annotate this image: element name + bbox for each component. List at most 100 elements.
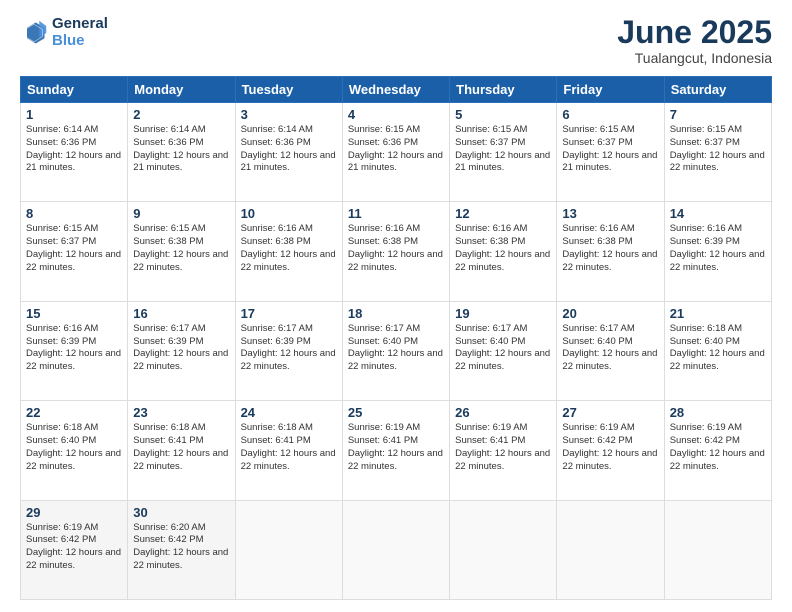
- calendar-cell: 1 Sunrise: 6:14 AM Sunset: 6:36 PM Daylig…: [21, 103, 128, 202]
- calendar-cell: 17 Sunrise: 6:17 AM Sunset: 6:39 PM Dayli…: [235, 301, 342, 400]
- week-row-4: 22 Sunrise: 6:18 AM Sunset: 6:40 PM Dayli…: [21, 401, 772, 500]
- cell-info: Sunrise: 6:15 AM Sunset: 6:37 PM Dayligh…: [562, 124, 658, 175]
- day-number: 13: [562, 206, 658, 221]
- calendar-cell: 29 Sunrise: 6:19 AM Sunset: 6:42 PM Dayli…: [21, 500, 128, 599]
- day-number: 17: [241, 306, 337, 321]
- week-row-1: 1 Sunrise: 6:14 AM Sunset: 6:36 PM Daylig…: [21, 103, 772, 202]
- cell-info: Sunrise: 6:14 AM Sunset: 6:36 PM Dayligh…: [241, 124, 337, 175]
- day-number: 15: [26, 306, 122, 321]
- calendar-cell: 12 Sunrise: 6:16 AM Sunset: 6:38 PM Dayli…: [450, 202, 557, 301]
- week-row-3: 15 Sunrise: 6:16 AM Sunset: 6:39 PM Dayli…: [21, 301, 772, 400]
- week-row-2: 8 Sunrise: 6:15 AM Sunset: 6:37 PM Daylig…: [21, 202, 772, 301]
- day-number: 30: [133, 505, 229, 520]
- calendar-header: SundayMondayTuesdayWednesdayThursdayFrid…: [21, 77, 772, 103]
- cell-info: Sunrise: 6:16 AM Sunset: 6:38 PM Dayligh…: [241, 223, 337, 274]
- day-number: 25: [348, 405, 444, 420]
- day-number: 16: [133, 306, 229, 321]
- cell-info: Sunrise: 6:16 AM Sunset: 6:38 PM Dayligh…: [455, 223, 551, 274]
- cell-info: Sunrise: 6:19 AM Sunset: 6:41 PM Dayligh…: [348, 422, 444, 473]
- cell-info: Sunrise: 6:19 AM Sunset: 6:42 PM Dayligh…: [670, 422, 766, 473]
- day-number: 28: [670, 405, 766, 420]
- cell-info: Sunrise: 6:15 AM Sunset: 6:37 PM Dayligh…: [455, 124, 551, 175]
- cell-info: Sunrise: 6:18 AM Sunset: 6:41 PM Dayligh…: [133, 422, 229, 473]
- calendar-cell: 22 Sunrise: 6:18 AM Sunset: 6:40 PM Dayli…: [21, 401, 128, 500]
- calendar-cell: 30 Sunrise: 6:20 AM Sunset: 6:42 PM Dayli…: [128, 500, 235, 599]
- calendar-cell: 7Sunrise: 6:15 AM Sunset: 6:37 PM Daylig…: [664, 103, 771, 202]
- header: General Blue June 2025 Tualangcut, Indon…: [20, 16, 772, 66]
- calendar-cell: 13 Sunrise: 6:16 AM Sunset: 6:38 PM Dayli…: [557, 202, 664, 301]
- day-number: 1: [26, 107, 122, 122]
- cell-info: Sunrise: 6:17 AM Sunset: 6:40 PM Dayligh…: [455, 323, 551, 374]
- calendar-cell: [342, 500, 449, 599]
- calendar-cell: 3Sunrise: 6:14 AM Sunset: 6:36 PM Daylig…: [235, 103, 342, 202]
- day-number: 11: [348, 206, 444, 221]
- cell-info: Sunrise: 6:16 AM Sunset: 6:39 PM Dayligh…: [670, 223, 766, 274]
- calendar-cell: 21 Sunrise: 6:18 AM Sunset: 6:40 PM Dayli…: [664, 301, 771, 400]
- calendar-cell: 16 Sunrise: 6:17 AM Sunset: 6:39 PM Dayli…: [128, 301, 235, 400]
- calendar-cell: 23Sunrise: 6:18 AM Sunset: 6:41 PM Dayli…: [128, 401, 235, 500]
- cell-info: Sunrise: 6:16 AM Sunset: 6:38 PM Dayligh…: [348, 223, 444, 274]
- calendar-cell: 26 Sunrise: 6:19 AM Sunset: 6:41 PM Dayli…: [450, 401, 557, 500]
- logo-icon: [20, 19, 48, 47]
- day-number: 9: [133, 206, 229, 221]
- calendar-cell: [557, 500, 664, 599]
- day-number: 18: [348, 306, 444, 321]
- title-block: June 2025 Tualangcut, Indonesia: [617, 16, 772, 66]
- cell-info: Sunrise: 6:14 AM Sunset: 6:36 PM Dayligh…: [26, 124, 122, 175]
- cell-info: Sunrise: 6:17 AM Sunset: 6:39 PM Dayligh…: [241, 323, 337, 374]
- day-number: 27: [562, 405, 658, 420]
- cell-info: Sunrise: 6:19 AM Sunset: 6:41 PM Dayligh…: [455, 422, 551, 473]
- cell-info: Sunrise: 6:19 AM Sunset: 6:42 PM Dayligh…: [26, 522, 122, 573]
- day-number: 14: [670, 206, 766, 221]
- subtitle: Tualangcut, Indonesia: [617, 50, 772, 66]
- day-number: 12: [455, 206, 551, 221]
- calendar-cell: 14 Sunrise: 6:16 AM Sunset: 6:39 PM Dayli…: [664, 202, 771, 301]
- day-header-wednesday: Wednesday: [342, 77, 449, 103]
- cell-info: Sunrise: 6:16 AM Sunset: 6:39 PM Dayligh…: [26, 323, 122, 374]
- calendar-cell: 15 Sunrise: 6:16 AM Sunset: 6:39 PM Dayli…: [21, 301, 128, 400]
- day-header-thursday: Thursday: [450, 77, 557, 103]
- day-number: 6: [562, 107, 658, 122]
- day-number: 2: [133, 107, 229, 122]
- cell-info: Sunrise: 6:15 AM Sunset: 6:37 PM Dayligh…: [26, 223, 122, 274]
- cell-info: Sunrise: 6:15 AM Sunset: 6:37 PM Dayligh…: [670, 124, 766, 175]
- calendar-cell: 5Sunrise: 6:15 AM Sunset: 6:37 PM Daylig…: [450, 103, 557, 202]
- cell-info: Sunrise: 6:14 AM Sunset: 6:36 PM Dayligh…: [133, 124, 229, 175]
- cell-info: Sunrise: 6:17 AM Sunset: 6:40 PM Dayligh…: [562, 323, 658, 374]
- day-header-saturday: Saturday: [664, 77, 771, 103]
- cell-info: Sunrise: 6:17 AM Sunset: 6:39 PM Dayligh…: [133, 323, 229, 374]
- cell-info: Sunrise: 6:20 AM Sunset: 6:42 PM Dayligh…: [133, 522, 229, 573]
- day-number: 29: [26, 505, 122, 520]
- day-number: 8: [26, 206, 122, 221]
- cell-info: Sunrise: 6:18 AM Sunset: 6:40 PM Dayligh…: [670, 323, 766, 374]
- calendar-cell: 19Sunrise: 6:17 AM Sunset: 6:40 PM Dayli…: [450, 301, 557, 400]
- calendar-cell: [235, 500, 342, 599]
- calendar-cell: 9 Sunrise: 6:15 AM Sunset: 6:38 PM Daylig…: [128, 202, 235, 301]
- calendar-cell: 25 Sunrise: 6:19 AM Sunset: 6:41 PM Dayli…: [342, 401, 449, 500]
- calendar-cell: [664, 500, 771, 599]
- calendar-table: SundayMondayTuesdayWednesdayThursdayFrid…: [20, 76, 772, 600]
- cell-info: Sunrise: 6:15 AM Sunset: 6:38 PM Dayligh…: [133, 223, 229, 274]
- logo: General Blue: [20, 16, 108, 49]
- day-number: 20: [562, 306, 658, 321]
- header-row: SundayMondayTuesdayWednesdayThursdayFrid…: [21, 77, 772, 103]
- cell-info: Sunrise: 6:17 AM Sunset: 6:40 PM Dayligh…: [348, 323, 444, 374]
- day-number: 24: [241, 405, 337, 420]
- day-header-friday: Friday: [557, 77, 664, 103]
- cell-info: Sunrise: 6:18 AM Sunset: 6:40 PM Dayligh…: [26, 422, 122, 473]
- calendar-cell: 28 Sunrise: 6:19 AM Sunset: 6:42 PM Dayli…: [664, 401, 771, 500]
- calendar-body: 1 Sunrise: 6:14 AM Sunset: 6:36 PM Daylig…: [21, 103, 772, 600]
- day-header-sunday: Sunday: [21, 77, 128, 103]
- calendar-cell: 10Sunrise: 6:16 AM Sunset: 6:38 PM Dayli…: [235, 202, 342, 301]
- day-number: 21: [670, 306, 766, 321]
- cell-info: Sunrise: 6:15 AM Sunset: 6:36 PM Dayligh…: [348, 124, 444, 175]
- day-header-monday: Monday: [128, 77, 235, 103]
- cell-info: Sunrise: 6:18 AM Sunset: 6:41 PM Dayligh…: [241, 422, 337, 473]
- week-row-5: 29 Sunrise: 6:19 AM Sunset: 6:42 PM Dayli…: [21, 500, 772, 599]
- day-number: 26: [455, 405, 551, 420]
- day-number: 22: [26, 405, 122, 420]
- cell-info: Sunrise: 6:16 AM Sunset: 6:38 PM Dayligh…: [562, 223, 658, 274]
- calendar-cell: 8 Sunrise: 6:15 AM Sunset: 6:37 PM Daylig…: [21, 202, 128, 301]
- calendar-cell: 24 Sunrise: 6:18 AM Sunset: 6:41 PM Dayli…: [235, 401, 342, 500]
- calendar-cell: 18 Sunrise: 6:17 AM Sunset: 6:40 PM Dayli…: [342, 301, 449, 400]
